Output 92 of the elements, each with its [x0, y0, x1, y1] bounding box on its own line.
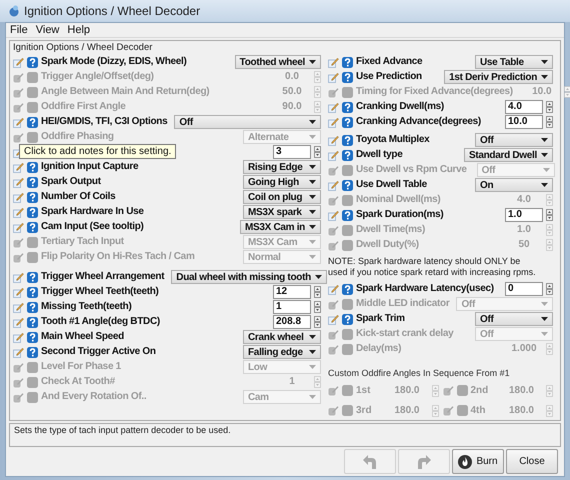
- setting-label: Cranking Dwell(ms): [356, 101, 444, 113]
- close-button[interactable]: Close: [506, 449, 558, 474]
- dropdown[interactable]: Use Table: [475, 55, 553, 69]
- dropdown[interactable]: Rising Edge: [243, 160, 321, 174]
- number-field[interactable]: 0: [505, 282, 543, 296]
- setting-label: Delay(ms): [356, 343, 402, 355]
- setting-label: And Every Rotation Of..: [41, 391, 146, 403]
- number-value: 180.0: [394, 384, 420, 398]
- tooltip: Click to add notes for this setting.: [19, 144, 176, 159]
- setting-label: Ignition Input Capture: [41, 161, 138, 173]
- burn-button[interactable]: Burn: [452, 449, 504, 474]
- setting-label: Dwell Duty(%): [356, 239, 419, 251]
- setting-label: Check At Tooth#: [41, 376, 115, 388]
- setting-label: Use Dwell vs Rpm Curve: [356, 164, 467, 176]
- setting-label: Toyota Multiplex: [356, 134, 430, 146]
- number-value: 1.0: [516, 224, 532, 236]
- setting-label: Second Trigger Active On: [41, 346, 156, 358]
- setting-label: Cam Input (See tooltip): [41, 221, 144, 233]
- dropdown[interactable]: Standard Dwell: [464, 148, 553, 162]
- setting-label: Kick-start crank delay: [356, 328, 454, 340]
- setting-label: Spark Output: [41, 176, 101, 188]
- setting-label: Angle Between Main And Return(deg): [41, 86, 210, 98]
- setting-label: Spark Hardware Latency(usec): [356, 283, 494, 295]
- setting-label: Trigger Wheel Arrangement: [41, 271, 164, 283]
- setting-label: Missing Teeth(teeth): [41, 301, 132, 313]
- number-field[interactable]: 3: [273, 145, 311, 159]
- setting-label: Tertiary Tach Input: [41, 236, 124, 248]
- setting-label: 3rd: [356, 404, 372, 418]
- number-field[interactable]: 1.0: [505, 208, 543, 222]
- setting-label: Flip Polarity On Hi-Res Tach / Cam: [41, 251, 195, 263]
- setting-label: Spark Trim: [356, 313, 405, 325]
- number-value: 180.0: [508, 404, 534, 418]
- dropdown[interactable]: MS3X spark: [243, 205, 321, 219]
- setting-label: Spark Duration(ms): [356, 209, 444, 221]
- setting-label: Oddfire Phasing: [41, 131, 114, 143]
- dropdown[interactable]: Dual wheel with missing tooth: [171, 270, 327, 284]
- section-heading: Custom Oddfire Angles In Sequence From #1: [328, 368, 511, 379]
- setting-label: 2nd: [470, 384, 488, 398]
- setting-label: Trigger Wheel Teeth(teeth): [41, 286, 159, 298]
- number-value: 10.0: [531, 86, 553, 98]
- number-field[interactable]: 1: [273, 300, 311, 314]
- panel-title: Ignition Options / Wheel Decoder: [13, 41, 154, 54]
- setting-label: Number Of Coils: [41, 191, 116, 203]
- setting-label: Use Prediction: [356, 71, 422, 83]
- menu-item[interactable]: File: [10, 22, 28, 38]
- number-value: 1.000: [510, 343, 538, 355]
- number-value: 1: [288, 376, 296, 388]
- status-text: Sets the type of tach input pattern decoder to be used.: [14, 424, 232, 436]
- menu-item[interactable]: View: [36, 22, 60, 38]
- dropdown[interactable]: Going High: [243, 175, 321, 189]
- setting-label: Main Wheel Speed: [41, 331, 124, 343]
- number-value: 180.0: [394, 404, 420, 418]
- setting-label: Middle LED indicator: [356, 298, 450, 310]
- setting-label: Tooth #1 Angle(deg BTDC): [41, 316, 160, 328]
- setting-label: 4th: [470, 404, 486, 418]
- setting-label: Fixed Advance: [356, 56, 422, 68]
- dropdown[interactable]: Off: [174, 115, 321, 129]
- dropdown[interactable]: Coil on plug: [243, 190, 321, 204]
- setting-label: Oddfire First Angle: [41, 101, 126, 113]
- dropdown[interactable]: On: [475, 178, 553, 192]
- note-text: NOTE: Spark hardware latency should ONLY be used if you notice spark retard with increasing rpms.: [328, 256, 537, 278]
- setting-label: Timing for Fixed Advance(degrees): [356, 86, 513, 98]
- dropdown[interactable]: Off: [475, 133, 553, 147]
- number-value: 50.0: [281, 86, 303, 98]
- number-value: 90.0: [281, 101, 303, 113]
- number-value: 0.0: [284, 71, 300, 83]
- dropdown[interactable]: Crank wheel: [243, 330, 321, 344]
- number-field[interactable]: 208.8: [273, 315, 311, 329]
- setting-label: Trigger Angle/Offset(deg): [41, 71, 154, 83]
- number-value: 180.0: [508, 384, 534, 398]
- dropdown[interactable]: Falling edge: [243, 345, 321, 359]
- dropdown[interactable]: Toothed wheel: [234, 55, 321, 69]
- number-field[interactable]: 12: [273, 285, 311, 299]
- number-field[interactable]: 10.0: [505, 115, 543, 129]
- setting-label: Dwell Time(ms): [356, 224, 425, 236]
- setting-label: Spark Hardware In Use: [41, 206, 144, 218]
- setting-label: Dwell type: [356, 149, 402, 161]
- number-field[interactable]: 4.0: [505, 100, 543, 114]
- setting-label: Nominal Dwell(ms): [356, 194, 440, 206]
- number-value: 50: [517, 239, 531, 251]
- dropdown[interactable]: MS3X Cam in: [240, 220, 321, 234]
- window-title: Ignition Options / Wheel Decoder: [24, 3, 200, 20]
- setting-label: Cranking Advance(degrees): [356, 116, 481, 128]
- setting-label: Spark Mode (Dizzy, EDIS, Wheel): [41, 56, 187, 68]
- setting-label: Level For Phase 1: [41, 361, 121, 373]
- setting-label: 1st: [356, 384, 370, 398]
- menu-item[interactable]: Help: [67, 22, 90, 38]
- number-value: 4.0: [516, 194, 532, 206]
- dropdown[interactable]: Off: [475, 312, 553, 326]
- setting-label: Use Dwell Table: [356, 179, 427, 191]
- dropdown[interactable]: 1st Deriv Prediction: [444, 70, 553, 84]
- setting-label: HEI/GMDIS, TFI, C3I Options: [41, 116, 168, 128]
